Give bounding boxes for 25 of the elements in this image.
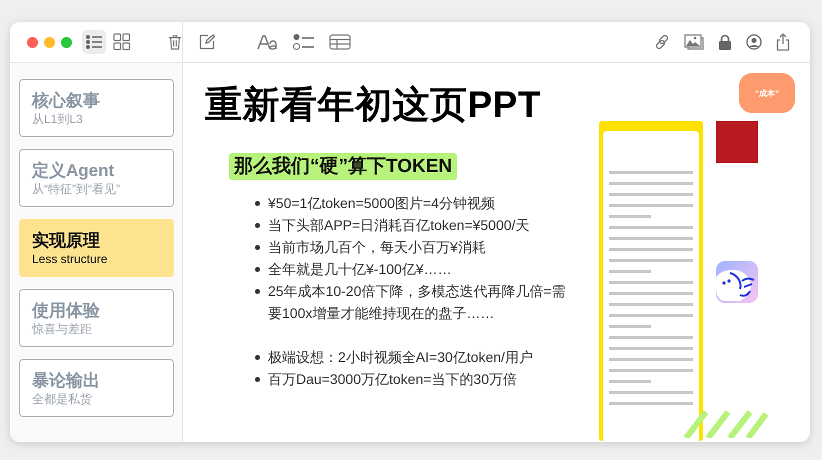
bullet-text: 当前市场几百个，每天小百万¥消耗 — [268, 238, 487, 257]
note-subtitle: 从“特征”到“看见” — [32, 182, 121, 197]
note-subtitle: 从L1到L3 — [32, 112, 84, 127]
note-title: 实现原理 — [32, 230, 101, 252]
highlight-label: 那么我们“硬”算下TOKEN — [229, 153, 458, 180]
bullet-text: 25年成本10-20倍下降，多模态迭代再降几倍=需要100x增量才能维持现在的盘子…… — [268, 282, 566, 323]
bullet-text: 全年就是几十亿¥-100亿¥…… — [268, 260, 453, 279]
note-card[interactable]: 暴论输出 全都是私货 — [19, 359, 174, 417]
note-card[interactable]: 使用体验 惊喜与差距 — [19, 289, 174, 347]
note-card[interactable]: 核心叙事 从L1到L3 — [19, 79, 174, 137]
note-card[interactable]: 实现原理 Less structure — [19, 219, 174, 277]
note-title: 定义Agent — [32, 160, 116, 182]
bullet-text: 当下头部APP=日消耗百亿token=¥5000/天 — [268, 216, 530, 235]
bullet-text: 百万Dau=3000万亿token=当下的30万倍 — [268, 370, 518, 389]
note-subtitle: 全都是私货 — [32, 392, 93, 407]
note-subtitle: 惊喜与差距 — [32, 322, 93, 337]
bullet-text: 极端设想：2小时视频全AI=30亿token/用户 — [268, 348, 534, 367]
cost-tag: “成本” — [739, 73, 795, 113]
bullet-text: ¥50=1亿token=5000图片=4分钟视频 — [268, 194, 496, 213]
note-title: 核心叙事 — [32, 90, 101, 112]
note-subtitle: Less structure — [32, 252, 108, 267]
note-title: 使用体验 — [32, 300, 101, 322]
slide-title: 重新看年初这页PPT — [205, 83, 542, 127]
note-title: 暴论输出 — [32, 370, 101, 392]
note-card[interactable]: 定义Agent 从“特征”到“看见” — [19, 149, 174, 207]
